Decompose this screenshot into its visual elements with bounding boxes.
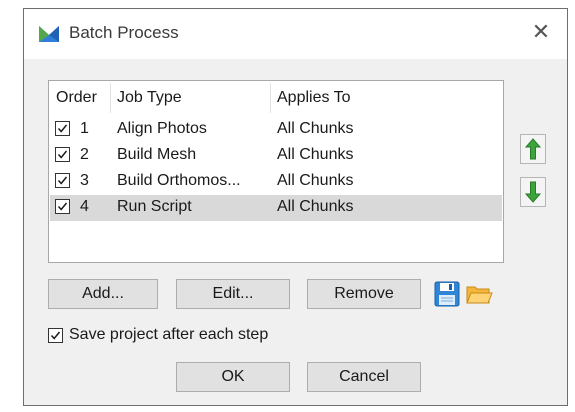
- row-job-type: Build Mesh: [117, 146, 197, 163]
- checkbox-box[interactable]: [48, 328, 63, 343]
- column-header-applies-to[interactable]: Applies To: [277, 89, 351, 107]
- row-applies-to: All Chunks: [277, 120, 354, 137]
- ok-button[interactable]: OK: [176, 362, 290, 392]
- row-applies-to: All Chunks: [277, 198, 354, 215]
- move-down-button[interactable]: [520, 177, 546, 207]
- job-list[interactable]: Order Job Type Applies To 1 Align Photos…: [48, 80, 504, 263]
- close-button[interactable]: ✕: [529, 21, 553, 45]
- move-up-button[interactable]: [520, 134, 546, 164]
- batch-process-dialog: Batch Process ✕ Order Job Type Applies T…: [23, 8, 568, 406]
- row-order: 2: [80, 146, 89, 163]
- floppy-disk-icon: [434, 281, 460, 307]
- row-order: 3: [80, 172, 89, 189]
- metashape-logo-icon: [39, 26, 59, 42]
- table-row[interactable]: 3 Build Orthomos... All Chunks: [50, 169, 502, 195]
- row-order: 1: [80, 120, 89, 137]
- checkbox-label[interactable]: Save project after each step: [69, 326, 268, 344]
- row-applies-to: All Chunks: [277, 146, 354, 163]
- folder-icon: [466, 286, 493, 304]
- window-title: Batch Process: [69, 23, 179, 42]
- edit-button[interactable]: Edit...: [176, 279, 290, 309]
- row-job-type: Run Script: [117, 198, 192, 215]
- remove-button[interactable]: Remove: [307, 279, 421, 309]
- column-divider[interactable]: [270, 83, 271, 113]
- table-row-selected[interactable]: 4 Run Script All Chunks: [50, 195, 502, 221]
- column-header-job-type[interactable]: Job Type: [117, 89, 182, 107]
- title-bar: Batch Process ✕: [24, 9, 567, 59]
- arrow-down-icon: [525, 181, 541, 203]
- arrow-up-icon: [525, 138, 541, 160]
- job-list-header: Order Job Type Applies To: [49, 81, 503, 115]
- row-enable-checkbox[interactable]: [55, 173, 70, 188]
- cancel-button[interactable]: Cancel: [307, 362, 421, 392]
- table-row[interactable]: 2 Build Mesh All Chunks: [50, 143, 502, 169]
- row-enable-checkbox[interactable]: [55, 121, 70, 136]
- row-job-type: Align Photos: [117, 120, 207, 137]
- column-divider[interactable]: [110, 83, 111, 113]
- row-enable-checkbox[interactable]: [55, 147, 70, 162]
- save-batch-button[interactable]: [433, 280, 461, 308]
- open-batch-button[interactable]: [465, 280, 493, 308]
- table-row[interactable]: 1 Align Photos All Chunks: [50, 117, 502, 143]
- column-header-order[interactable]: Order: [56, 89, 97, 107]
- row-enable-checkbox[interactable]: [55, 199, 70, 214]
- row-applies-to: All Chunks: [277, 172, 354, 189]
- add-button[interactable]: Add...: [48, 279, 158, 309]
- row-job-type: Build Orthomos...: [117, 172, 241, 189]
- row-order: 4: [80, 198, 89, 215]
